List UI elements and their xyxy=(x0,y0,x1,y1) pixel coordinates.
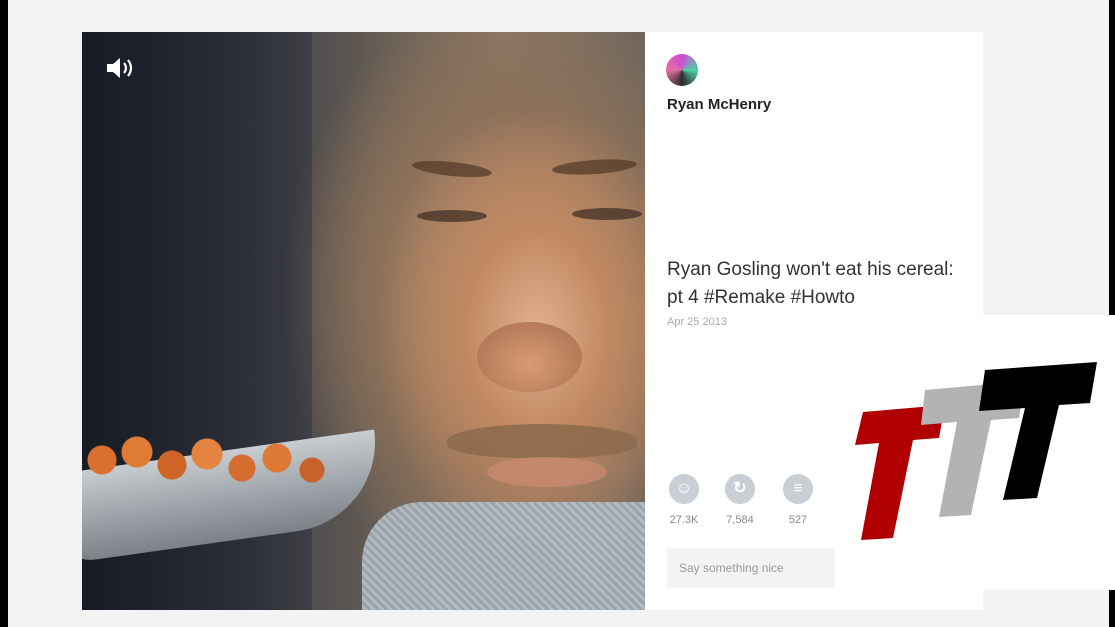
smiley-icon[interactable]: ☺ xyxy=(669,474,699,504)
likes-stat[interactable]: ☺ 27.3K xyxy=(664,474,704,526)
comment-input[interactable] xyxy=(667,548,837,588)
post-caption: Ryan Gosling won't eat his cereal: pt 4 … xyxy=(667,259,954,308)
post-date: Apr 25 2013 xyxy=(667,316,727,328)
avatar[interactable] xyxy=(666,54,698,86)
ttt-logo xyxy=(855,362,1097,540)
scarf xyxy=(362,502,645,610)
comments-stat[interactable]: ≡ 527 xyxy=(778,474,818,526)
watermark-logo xyxy=(835,315,1115,590)
revine-icon[interactable]: ↻ xyxy=(725,474,755,504)
comments-count: 527 xyxy=(788,514,808,526)
username[interactable]: Ryan McHenry xyxy=(667,96,771,113)
revines-stat[interactable]: ↻ 7,584 xyxy=(720,474,760,526)
cereal xyxy=(82,430,342,500)
revines-count: 7,584 xyxy=(726,514,754,526)
video-player[interactable] xyxy=(82,32,645,610)
likes-count: 27.3K xyxy=(669,514,699,526)
comment-bubble-icon[interactable]: ≡ xyxy=(783,474,813,504)
speaker-icon[interactable] xyxy=(104,54,140,82)
